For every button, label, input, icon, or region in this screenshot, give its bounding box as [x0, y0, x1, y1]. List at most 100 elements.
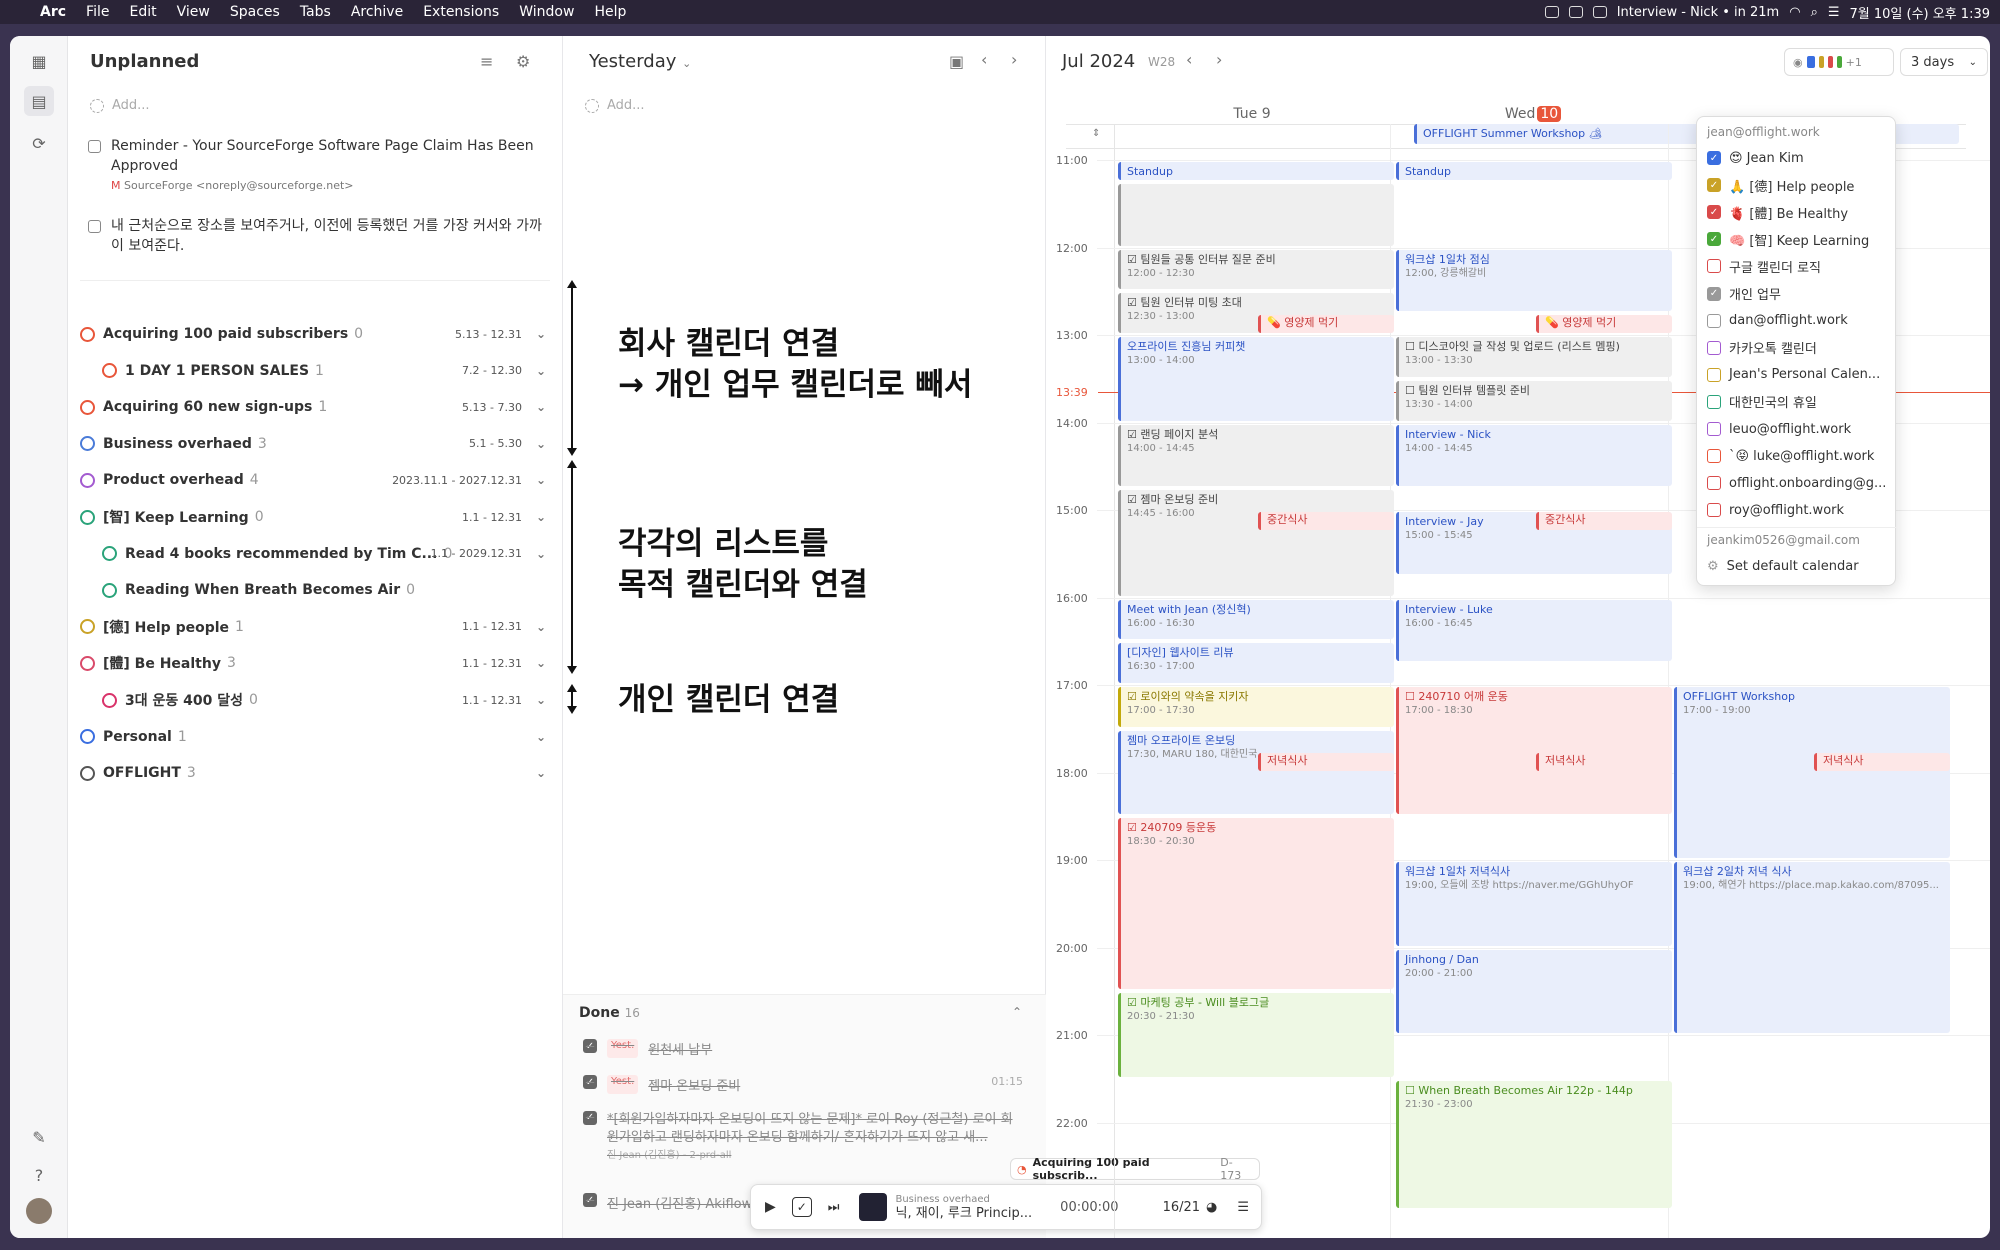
- project-row[interactable]: 3대 운동 400 달성 0 1.1 - 12.31 ⌄: [102, 682, 550, 718]
- calendar-event[interactable]: Standup: [1118, 162, 1394, 180]
- calendar-toggle-item[interactable]: Jean's Personal Calen...: [1707, 362, 1887, 388]
- calendar-event[interactable]: 워크샵 1일차 저녁식사 19:00, 오들에 조방 https://naver.…: [1396, 862, 1672, 946]
- task-checkbox[interactable]: [88, 220, 101, 233]
- calendar-toggle-item[interactable]: dan@offlight.work: [1707, 308, 1887, 334]
- done-checkbox[interactable]: ✓: [583, 1111, 597, 1125]
- project-row[interactable]: OFFLIGHT 3 ⌄: [80, 755, 550, 791]
- menu-help[interactable]: Help: [584, 4, 636, 20]
- chevron-down-icon[interactable]: ⌄: [536, 437, 546, 451]
- done-checkbox[interactable]: ✓: [583, 1193, 597, 1207]
- feedback-icon[interactable]: ✎: [24, 1122, 54, 1152]
- calendar-event[interactable]: Interview - Nick 14:00 - 14:45: [1396, 424, 1672, 487]
- project-row[interactable]: Reading When Breath Becomes Air 0: [102, 572, 550, 608]
- project-row[interactable]: Acquiring 100 paid subscribers 0 5.13 - 12…: [80, 316, 550, 352]
- menu-app[interactable]: Arc: [30, 4, 76, 20]
- calendar-toggle-item[interactable]: ✓ 😍 Jean Kim: [1707, 145, 1887, 171]
- calendar-event[interactable]: Meet with Jean (정신혁) 16:00 - 16:30: [1118, 599, 1394, 640]
- day-header-wed[interactable]: Wed 10: [1390, 106, 1676, 122]
- next-day-icon[interactable]: ›: [1011, 50, 1017, 69]
- calendar-event[interactable]: ☑ 팀원들 공통 인터뷰 질문 준비 12:00 - 12:30: [1118, 249, 1394, 290]
- control-center-icon[interactable]: ☰: [1828, 5, 1840, 20]
- calendar-toggle-item[interactable]: 대한민국의 휴일: [1707, 389, 1887, 415]
- project-row[interactable]: [體] Be Healthy 3 1.1 - 12.31 ⌄: [80, 645, 550, 681]
- calendar-checkbox[interactable]: [1707, 367, 1721, 382]
- calendar-event[interactable]: 젬마 오프라이트 온보딩 17:30, MARU 180, 대한민국: [1118, 730, 1394, 815]
- add-task-yesterday[interactable]: Add...: [585, 98, 645, 113]
- project-row[interactable]: [德] Help people 1 1.1 - 12.31 ⌄: [80, 609, 550, 645]
- calendar-checkbox[interactable]: [1707, 422, 1721, 436]
- menu-view[interactable]: View: [167, 4, 220, 20]
- calendar-event[interactable]: ☑ 젬마 온보딩 준비 14:45 - 16:00: [1118, 490, 1394, 596]
- chevron-down-icon[interactable]: ⌄: [536, 327, 546, 341]
- skip-icon[interactable]: ⏭: [828, 1200, 840, 1215]
- calendar-event-small[interactable]: 💊 영양제 먹기: [1536, 315, 1672, 334]
- search-icon[interactable]: ⌕: [1811, 5, 1818, 20]
- calendar-event[interactable]: ☑ 랜딩 페이지 분석 14:00 - 14:45: [1118, 424, 1394, 487]
- menu-extensions[interactable]: Extensions: [413, 4, 509, 20]
- focus-icon[interactable]: ⟳: [24, 128, 54, 158]
- calendar-event[interactable]: [디자인] 웹사이트 리뷰 16:30 - 17:00: [1118, 643, 1394, 683]
- calendar-event[interactable]: ☑ 240709 등운동 18:30 - 20:30: [1118, 818, 1394, 990]
- calendar-toggle-item[interactable]: ✓ 개인 업무: [1707, 281, 1887, 307]
- calendar-event-small[interactable]: 중간식사: [1536, 512, 1672, 530]
- calendar-event[interactable]: ☑ 로이와의 약속을 지키자 17:00 - 17:30: [1118, 687, 1394, 727]
- calendar-event[interactable]: ☑ 마케팅 공부 - Will 블로그글 20:30 - 21:30: [1118, 993, 1394, 1077]
- set-default-calendar-button[interactable]: ⚙ Set default calendar: [1707, 553, 1887, 579]
- calendar-checkbox[interactable]: ✓: [1707, 232, 1721, 247]
- add-task-unplanned[interactable]: Add...: [90, 98, 150, 113]
- project-row[interactable]: Business overhaed 3 5.1 - 5.30 ⌄: [80, 426, 550, 462]
- calendar-event[interactable]: ☐ 디스코아잇 글 작성 및 업로드 (리스트 멤핑) 13:00 - 13:30: [1396, 337, 1672, 377]
- chevron-down-icon[interactable]: ⌄: [536, 364, 546, 378]
- calendar-event[interactable]: Interview - Luke 16:00 - 16:45: [1396, 599, 1672, 662]
- collapse-allday-icon[interactable]: ⇕: [1092, 128, 1100, 139]
- chevron-down-icon[interactable]: ⌄: [536, 693, 546, 707]
- chevron-down-icon[interactable]: ⌄: [536, 766, 546, 780]
- calendar-checkbox[interactable]: [1707, 340, 1721, 355]
- calendar-toggle-item[interactable]: 구글 캘린더 로직: [1707, 253, 1887, 279]
- complete-icon[interactable]: ✓: [791, 1197, 812, 1217]
- prev-week-icon[interactable]: ‹: [1186, 50, 1192, 69]
- menu-window[interactable]: Window: [509, 4, 584, 20]
- calendar-checkbox[interactable]: [1707, 476, 1721, 491]
- calendar-checkbox[interactable]: ✓: [1707, 205, 1721, 220]
- calendar-toggle-item[interactable]: ✓ 🙏 [德] Help people: [1707, 172, 1887, 198]
- chevron-down-icon[interactable]: ⌄: [536, 547, 546, 561]
- project-row[interactable]: Personal 1 ⌄: [80, 719, 550, 755]
- day-header-tue[interactable]: Tue 9: [1114, 106, 1390, 122]
- calendar-checkbox[interactable]: [1707, 313, 1721, 328]
- play-icon[interactable]: ▶: [765, 1199, 776, 1215]
- day-title[interactable]: Yesterday ⌄: [589, 51, 691, 72]
- done-checkbox[interactable]: ✓: [583, 1075, 597, 1089]
- menu-file[interactable]: File: [76, 4, 119, 20]
- sort-icon[interactable]: ≡: [480, 52, 493, 71]
- calendar-toggle-item[interactable]: 카카오톡 캘린더: [1707, 335, 1887, 361]
- menubar-clock[interactable]: 7월 10일 (수) 오후 1:39: [1850, 3, 1990, 22]
- menu-tabs[interactable]: Tabs: [290, 4, 341, 20]
- calendar-toggle-item[interactable]: ✓ 🧠 [智] Keep Learning: [1707, 226, 1887, 252]
- calendar-event-small[interactable]: 중간식사: [1258, 512, 1394, 530]
- calendar-event-small[interactable]: 저녁식사: [1536, 752, 1672, 771]
- meeting-reminder[interactable]: Interview - Nick • in 21m: [1617, 5, 1780, 20]
- project-row[interactable]: Read 4 books recommended by Tim C... 0 1.1…: [102, 536, 550, 572]
- menu-archive[interactable]: Archive: [341, 4, 413, 20]
- chevron-up-icon[interactable]: ⌃: [1012, 1005, 1022, 1019]
- calendar-checkbox[interactable]: ✓: [1707, 178, 1721, 193]
- calendar-event[interactable]: ☐ When Breath Becomes Air 122p - 144p 21:…: [1396, 1080, 1672, 1208]
- task-item[interactable]: Reminder - Your SourceForge Software Pag…: [88, 136, 548, 196]
- task-checkbox[interactable]: [88, 140, 101, 153]
- calendar-event-small[interactable]: 저녁식사: [1258, 752, 1394, 771]
- project-row[interactable]: 1 DAY 1 PERSON SALES 1 7.2 - 12.30 ⌄: [102, 353, 550, 389]
- project-row[interactable]: Product overhead 4 2023.11.1 - 2027.12.31 ⌄: [80, 462, 550, 498]
- menubar-status-icon[interactable]: [1592, 6, 1607, 18]
- calendar-toggle-item[interactable]: `😝 luke@offlight.work: [1707, 443, 1887, 469]
- calendar-event[interactable]: ☐ 팀원 인터뷰 템플릿 준비 13:30 - 14:00: [1396, 380, 1672, 421]
- calendar-event[interactable]: 워크샵 2일차 저녁 식사 19:00, 해연가 https://place.ma…: [1674, 862, 1950, 1033]
- calendar-visibility-button[interactable]: ◉ +1: [1784, 48, 1894, 76]
- done-header[interactable]: Done 16: [579, 1005, 640, 1021]
- next-week-icon[interactable]: ›: [1216, 50, 1222, 69]
- chevron-down-icon[interactable]: ⌄: [536, 620, 546, 634]
- calendar-toggle-item[interactable]: roy@offlight.work: [1707, 497, 1887, 523]
- calendar-checkbox[interactable]: ✓: [1707, 286, 1721, 301]
- planner-icon[interactable]: ▤: [24, 86, 54, 116]
- menubar-status-icon[interactable]: [1568, 6, 1583, 18]
